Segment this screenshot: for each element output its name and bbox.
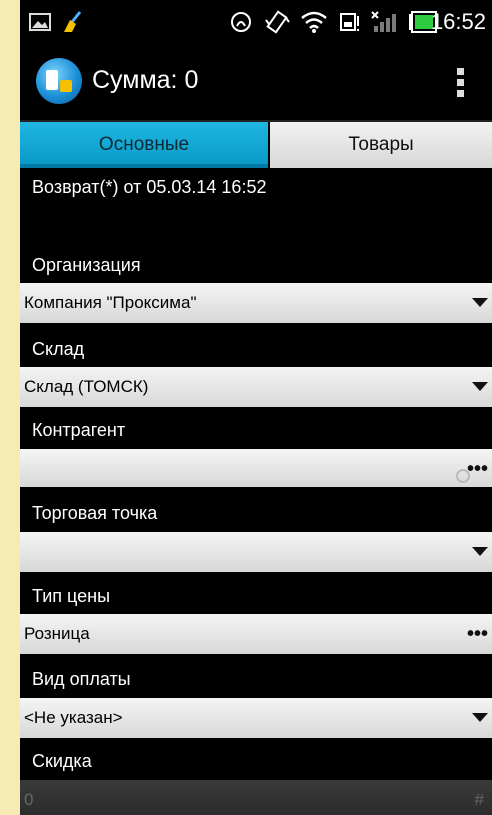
counterparty-field[interactable]: ••• bbox=[20, 449, 492, 487]
action-bar: Сумма: 0 bbox=[20, 44, 492, 122]
discount-field[interactable]: 0 # bbox=[20, 780, 492, 815]
discount-value: 0 bbox=[24, 790, 34, 809]
document-title: Возврат(*) от 05.03.14 16:52 bbox=[32, 177, 267, 197]
outlet-label: Торговая точка bbox=[32, 503, 158, 523]
broom-icon bbox=[64, 11, 82, 32]
outlet-field[interactable] bbox=[20, 532, 492, 572]
payment-type-value: <Не указан> bbox=[24, 708, 123, 727]
nfc-icon bbox=[231, 12, 251, 32]
signal-icon bbox=[371, 11, 396, 32]
warehouse-value: Склад (ТОМСК) bbox=[24, 377, 149, 396]
payment-type-label: Вид оплаты bbox=[32, 669, 131, 689]
dropdown-arrow-icon bbox=[472, 298, 488, 307]
app-logo-icon[interactable] bbox=[36, 58, 82, 104]
more-dots-icon[interactable]: ••• bbox=[467, 449, 488, 489]
price-type-value: Розница bbox=[24, 624, 90, 643]
battery-warning-icon bbox=[340, 13, 359, 31]
dropdown-arrow-icon bbox=[472, 382, 488, 391]
payment-type-field[interactable]: <Не указан> bbox=[20, 698, 492, 738]
organization-label: Организация bbox=[32, 255, 141, 275]
more-dots-icon[interactable]: ••• bbox=[467, 614, 488, 654]
warehouse-label: Склад bbox=[32, 339, 85, 359]
tab-bar: Основные Товары bbox=[20, 122, 492, 168]
counterparty-label: Контрагент bbox=[32, 420, 126, 440]
tab-main[interactable]: Основные bbox=[20, 122, 268, 168]
organization-value: Компания "Проксима" bbox=[24, 293, 197, 312]
discount-label: Скидка bbox=[32, 751, 92, 771]
price-type-label: Тип цены bbox=[32, 586, 111, 606]
wifi-icon bbox=[301, 11, 327, 33]
vibrate-icon bbox=[265, 10, 290, 34]
overflow-menu-icon[interactable] bbox=[452, 68, 468, 104]
page-title: Сумма: 0 bbox=[92, 66, 199, 94]
organization-field[interactable]: Компания "Проксима" bbox=[20, 283, 492, 323]
dropdown-arrow-icon bbox=[472, 713, 488, 722]
clock: 16:52 bbox=[430, 9, 486, 34]
phone-screen: 16:52 Сумма: 0 Основные Товары Возврат(*… bbox=[20, 0, 492, 815]
price-type-field[interactable]: Розница ••• bbox=[20, 614, 492, 654]
number-icon: # bbox=[474, 790, 484, 809]
tab-goods[interactable]: Товары bbox=[270, 122, 492, 168]
status-bar: 16:52 bbox=[20, 0, 492, 44]
image-icon bbox=[29, 13, 51, 31]
dropdown-arrow-icon bbox=[472, 547, 488, 556]
warehouse-field[interactable]: Склад (ТОМСК) bbox=[20, 367, 492, 407]
